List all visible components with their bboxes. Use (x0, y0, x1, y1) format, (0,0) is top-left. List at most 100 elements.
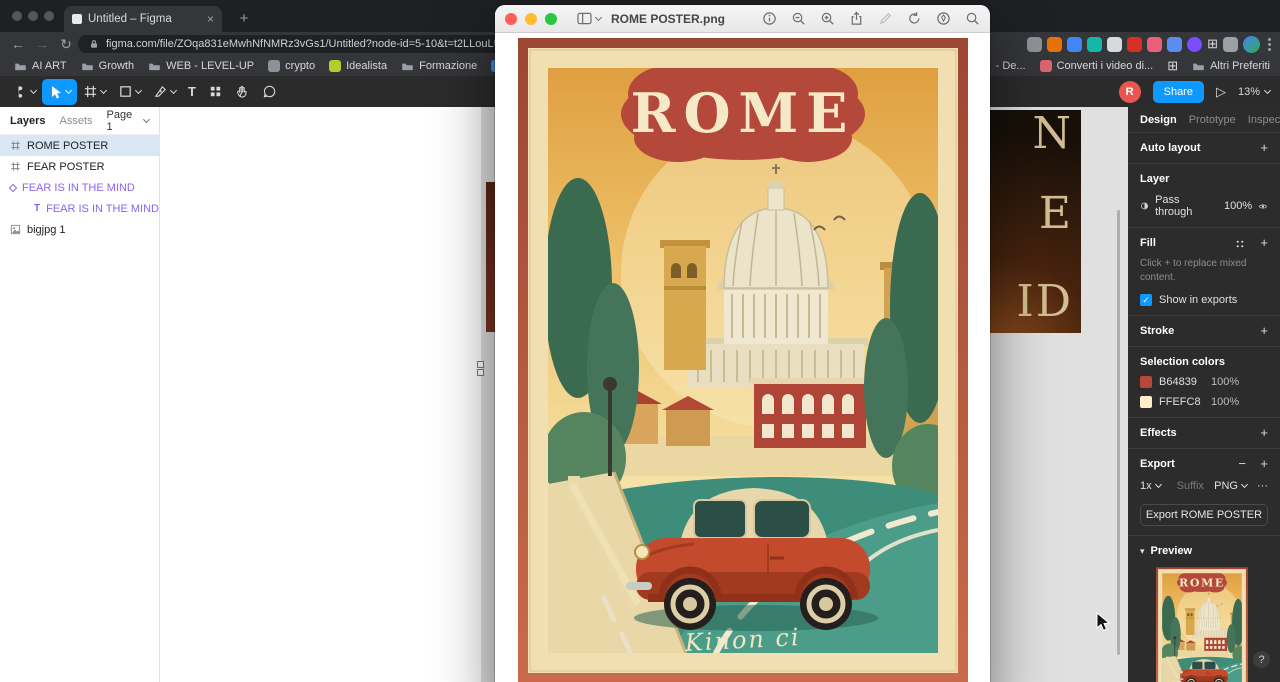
bookmark-item[interactable]: Altri Preferiti (1192, 60, 1270, 73)
split-view-icon[interactable]: ⊞ (1207, 36, 1218, 52)
browser-profile-avatar[interactable] (1243, 36, 1260, 53)
canvas-scrollbar[interactable] (1117, 210, 1120, 655)
extension-icon[interactable] (1127, 37, 1142, 52)
bookmark-item[interactable]: Converti i video di... (1040, 60, 1154, 72)
screen: Kinon ci ROME Untitled – Figma × + (0, 0, 1280, 682)
extension-icon[interactable] (1087, 37, 1102, 52)
tab-assets[interactable]: Assets (59, 115, 92, 127)
comment-tool-button[interactable] (256, 79, 283, 105)
selection-handle[interactable] (477, 361, 484, 368)
extension-icon[interactable] (1147, 37, 1162, 52)
color-swatch[interactable] (1140, 376, 1152, 388)
bookmark-item[interactable]: - De... (996, 60, 1026, 72)
rotate-icon[interactable] (907, 11, 922, 26)
user-avatar[interactable]: R (1119, 81, 1141, 103)
present-icon[interactable]: ▷ (1216, 84, 1226, 100)
tab-close-icon[interactable]: × (207, 12, 214, 26)
show-in-exports-checkbox[interactable]: ✓ (1140, 294, 1152, 306)
layer-label: Layer (1140, 173, 1169, 185)
close-icon[interactable] (505, 13, 517, 25)
layer-row-image[interactable]: bigjpg 1 (0, 219, 159, 240)
markup-toolbox-icon[interactable] (936, 11, 951, 26)
forward-icon[interactable]: → (32, 34, 52, 54)
window-minimize-icon[interactable] (28, 11, 38, 21)
layer-row-fear-poster[interactable]: FEAR POSTER (0, 156, 159, 177)
fullscreen-icon[interactable] (545, 13, 557, 25)
extension-icon[interactable] (1187, 37, 1202, 52)
browser-menu-icon[interactable] (1265, 38, 1274, 51)
tab-layers[interactable]: Layers (10, 115, 45, 127)
add-effect-icon[interactable]: + (1260, 425, 1268, 440)
frame-tool-button[interactable] (77, 79, 112, 105)
share-button[interactable]: Share (1153, 81, 1204, 103)
layer-row-rome-poster[interactable]: ROME POSTER (0, 135, 159, 156)
extension-icon[interactable] (1107, 37, 1122, 52)
bookmark-item[interactable]: Idealista (329, 60, 387, 72)
bookmark-item[interactable]: WEB - LEVEL-UP (148, 60, 254, 73)
tab-prototype[interactable]: Prototype (1189, 114, 1236, 126)
search-icon[interactable] (965, 11, 980, 26)
extensions-row: ⊞ (1027, 35, 1274, 53)
apps-grid-icon[interactable]: ⊞ (1167, 58, 1178, 74)
selection-handle[interactable] (477, 369, 484, 376)
export-format-select[interactable]: PNG (1214, 480, 1247, 492)
color-swatch[interactable] (1140, 396, 1152, 408)
share-icon[interactable] (849, 11, 864, 26)
pen-tool-button[interactable] (147, 79, 182, 105)
quicklook-window[interactable]: ROME POSTER.png (495, 5, 990, 682)
auto-layout-section: Auto layout + (1128, 133, 1280, 164)
page-selector[interactable]: Page 1 (107, 109, 150, 133)
text-tool-button[interactable]: T (182, 79, 202, 105)
minimize-icon[interactable] (525, 13, 537, 25)
zoom-out-icon[interactable] (791, 11, 806, 26)
add-export-icon[interactable]: + (1260, 456, 1268, 471)
tab-inspect[interactable]: Inspect (1248, 114, 1280, 126)
zoom-in-icon[interactable] (820, 11, 835, 26)
move-tool-button[interactable] (42, 79, 77, 105)
export-button[interactable]: Export ROME POSTER (1140, 504, 1268, 526)
layer-opacity-input[interactable]: 100% (1224, 200, 1252, 212)
info-icon[interactable] (762, 11, 777, 26)
resources-button[interactable] (202, 79, 229, 105)
export-suffix-field[interactable]: Suffix (1177, 480, 1215, 492)
quicklook-titlebar[interactable]: ROME POSTER.png (495, 5, 990, 33)
collapse-caret-icon[interactable]: ▾ (1140, 546, 1145, 557)
main-menu-button[interactable] (6, 79, 42, 105)
layer-row-text[interactable]: T FEAR IS IN THE MIND (0, 198, 159, 219)
browser-tab[interactable]: Untitled – Figma × (64, 6, 222, 32)
bookmark-item[interactable]: Growth (81, 60, 134, 73)
bookmark-item[interactable]: Formazione (401, 60, 477, 73)
canvas-white-frame[interactable] (160, 107, 481, 682)
layer-row-component[interactable]: FEAR IS IN THE MIND (0, 177, 159, 198)
extension-icon[interactable] (1047, 37, 1062, 52)
bookmark-item[interactable]: crypto (268, 60, 315, 72)
visibility-eye-icon[interactable] (1258, 200, 1268, 213)
sidebar-toggle-icon[interactable] (577, 12, 601, 25)
add-stroke-icon[interactable]: + (1260, 323, 1268, 338)
shape-tool-button[interactable] (112, 79, 147, 105)
export-more-icon[interactable]: ··· (1257, 480, 1268, 492)
back-icon[interactable]: ← (8, 34, 28, 54)
zoom-menu[interactable]: 13% (1238, 86, 1270, 98)
window-close-icon[interactable] (12, 11, 22, 21)
export-scale-select[interactable]: 1x (1140, 480, 1152, 492)
auto-layout-label: Auto layout (1140, 142, 1201, 154)
window-zoom-icon[interactable] (44, 11, 54, 21)
new-tab-button[interactable]: + (232, 6, 256, 30)
remove-export-icon[interactable]: − (1238, 456, 1246, 471)
add-fill-icon[interactable]: + (1260, 235, 1268, 250)
selection-color-row[interactable]: B64839 100% (1140, 376, 1268, 388)
reload-icon[interactable]: ↻ (56, 34, 76, 54)
tab-design[interactable]: Design (1140, 114, 1177, 126)
add-auto-layout-icon[interactable]: + (1260, 140, 1268, 155)
blend-mode-select[interactable]: Pass through (1155, 194, 1204, 218)
extension-icon[interactable] (1027, 37, 1042, 52)
extension-icon[interactable] (1167, 37, 1182, 52)
bookmark-item[interactable]: AI ART (14, 60, 67, 73)
hand-tool-button[interactable] (229, 79, 256, 105)
extension-icon[interactable] (1223, 37, 1238, 52)
extension-icon[interactable] (1067, 37, 1082, 52)
help-button[interactable]: ? (1253, 651, 1270, 668)
styles-icon[interactable] (1234, 238, 1246, 250)
selection-color-row[interactable]: FFEFC8 100% (1140, 396, 1268, 408)
